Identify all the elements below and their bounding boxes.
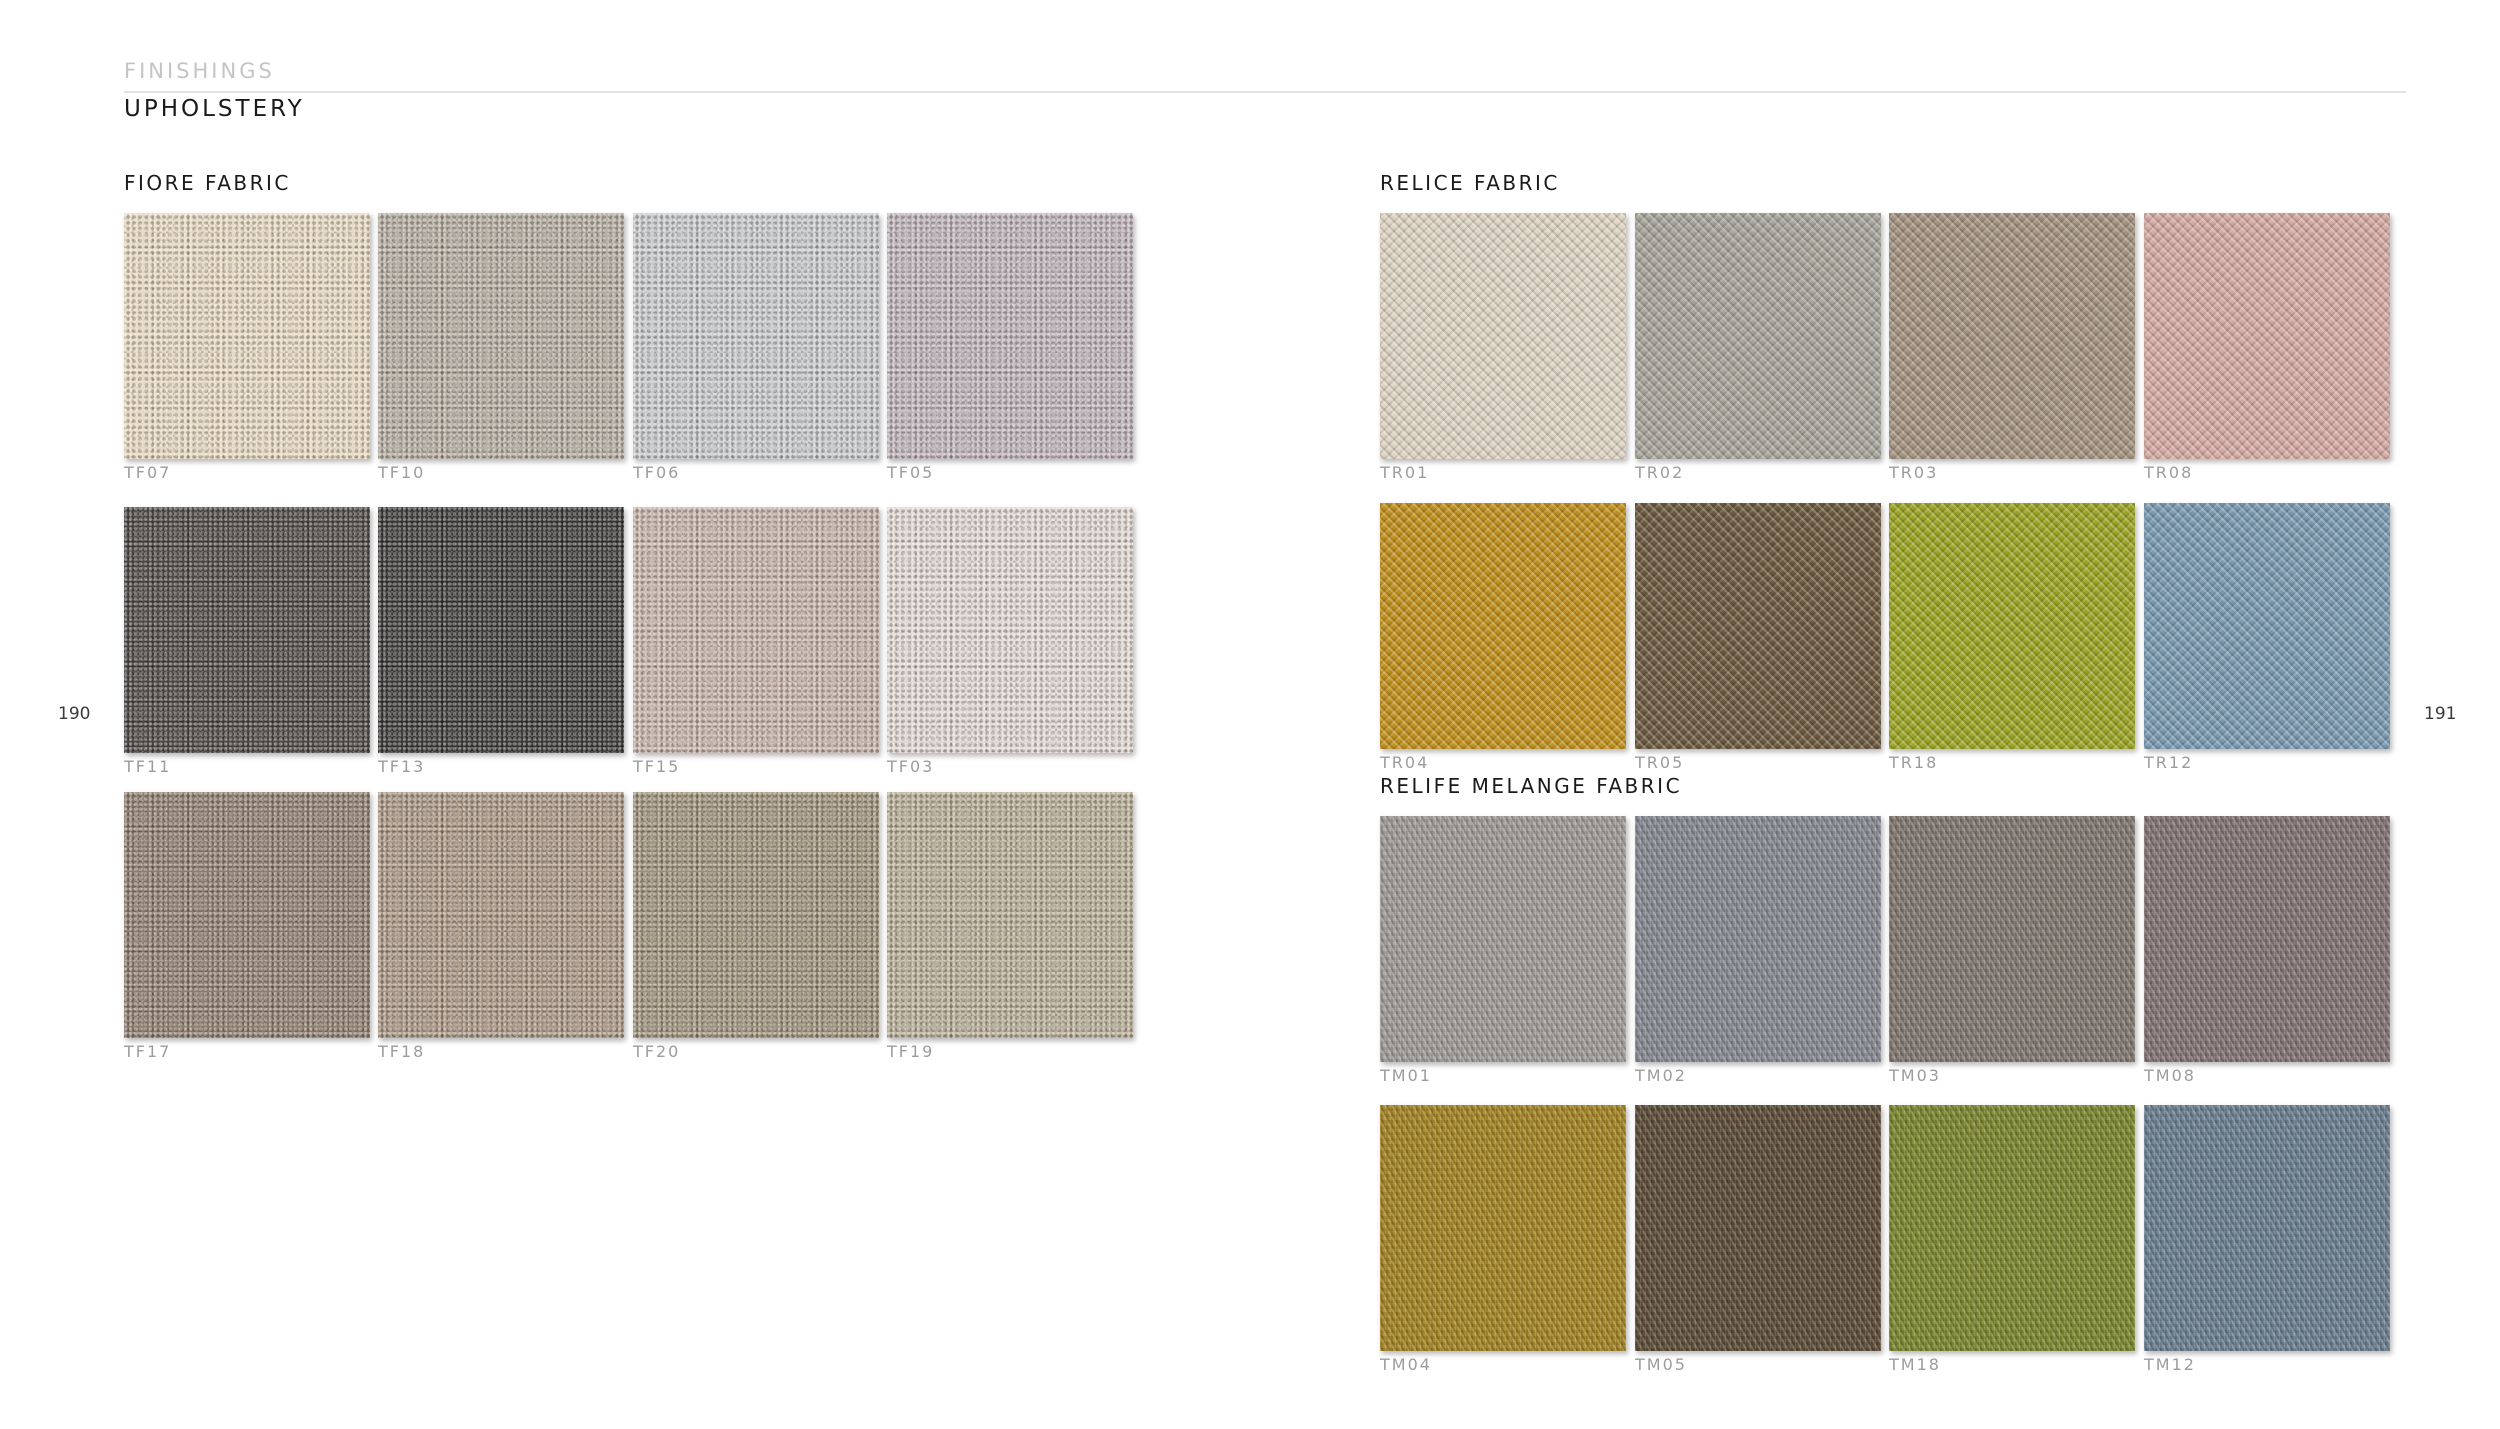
- swatch-code: TF06: [633, 463, 681, 482]
- swatch-code: TM12: [2144, 1355, 2196, 1374]
- fabric-swatch[interactable]: TM01: [1380, 816, 1626, 1085]
- swatch-code: TR05: [1635, 753, 1685, 772]
- fabric-swatch[interactable]: TF05: [887, 213, 1133, 482]
- group-title-relice: RELICE FABRIC: [1380, 171, 1560, 195]
- fabric-swatch[interactable]: TM18: [1889, 1105, 2135, 1374]
- swatch-code: TF05: [887, 463, 935, 482]
- swatch-image: [1635, 503, 1881, 749]
- swatch-image: [1380, 213, 1626, 459]
- fabric-swatch[interactable]: TM04: [1380, 1105, 1626, 1374]
- swatch-image: [1635, 213, 1881, 459]
- fabric-swatch[interactable]: TR04: [1380, 503, 1626, 772]
- group-title-fiore: FIORE FABRIC: [124, 171, 291, 195]
- swatch-image: [633, 507, 879, 753]
- swatch-code: TM08: [2144, 1066, 2196, 1085]
- fabric-swatch[interactable]: TF17: [124, 792, 370, 1061]
- swatch-image: [1380, 816, 1626, 1062]
- page-title: UPHOLSTERY: [124, 96, 305, 122]
- page-number-left: 190: [58, 704, 91, 724]
- swatch-code: TF15: [633, 757, 681, 776]
- swatch-code: TM05: [1635, 1355, 1687, 1374]
- swatch-code: TM18: [1889, 1355, 1941, 1374]
- swatch-image: [633, 213, 879, 459]
- fabric-swatch[interactable]: TR08: [2144, 213, 2390, 482]
- fabric-swatch[interactable]: TR01: [1380, 213, 1626, 482]
- fabric-swatch[interactable]: TF13: [378, 507, 624, 776]
- page-number-right: 191: [2424, 704, 2457, 724]
- fabric-swatch[interactable]: TF06: [633, 213, 879, 482]
- swatch-code: TF20: [633, 1042, 681, 1061]
- swatch-image: [1380, 1105, 1626, 1351]
- fabric-swatch[interactable]: TF20: [633, 792, 879, 1061]
- fabric-swatch[interactable]: TM03: [1889, 816, 2135, 1085]
- swatch-code: TF18: [378, 1042, 426, 1061]
- swatch-code: TR12: [2144, 753, 2194, 772]
- swatch-code: TM02: [1635, 1066, 1687, 1085]
- fabric-swatch[interactable]: TM12: [2144, 1105, 2390, 1374]
- swatch-image: [887, 507, 1133, 753]
- header-divider: [124, 91, 2406, 93]
- fabric-swatch[interactable]: TF11: [124, 507, 370, 776]
- fabric-swatch[interactable]: TF19: [887, 792, 1133, 1061]
- fabric-swatch[interactable]: TM08: [2144, 816, 2390, 1085]
- swatch-code: TM04: [1380, 1355, 1432, 1374]
- swatch-image: [124, 792, 370, 1038]
- swatch-image: [1889, 816, 2135, 1062]
- fabric-swatch[interactable]: TF03: [887, 507, 1133, 776]
- swatch-image: [2144, 816, 2390, 1062]
- fabric-swatch[interactable]: TF10: [378, 213, 624, 482]
- swatch-code: TF03: [887, 757, 935, 776]
- group-title-relife-melange: RELIFE MELANGE FABRIC: [1380, 774, 1683, 798]
- swatch-code: TR18: [1889, 753, 1939, 772]
- swatch-image: [1889, 503, 2135, 749]
- swatch-code: TR04: [1380, 753, 1430, 772]
- fabric-swatch[interactable]: TR12: [2144, 503, 2390, 772]
- fabric-swatch[interactable]: TR18: [1889, 503, 2135, 772]
- fabric-swatch[interactable]: TF07: [124, 213, 370, 482]
- swatch-code: TR02: [1635, 463, 1685, 482]
- swatch-image: [378, 507, 624, 753]
- fabric-swatch[interactable]: TF15: [633, 507, 879, 776]
- fabric-swatch[interactable]: TR05: [1635, 503, 1881, 772]
- swatch-code: TR03: [1889, 463, 1939, 482]
- swatch-image: [633, 792, 879, 1038]
- fabric-swatch[interactable]: TR02: [1635, 213, 1881, 482]
- swatch-image: [1889, 1105, 2135, 1351]
- swatch-code: TM01: [1380, 1066, 1432, 1085]
- swatch-image: [1635, 1105, 1881, 1351]
- swatch-code: TR01: [1380, 463, 1430, 482]
- swatch-code: TM03: [1889, 1066, 1941, 1085]
- swatch-image: [378, 213, 624, 459]
- swatch-code: TF13: [378, 757, 426, 776]
- swatch-image: [1380, 503, 1626, 749]
- swatch-code: TF11: [124, 757, 172, 776]
- swatch-image: [124, 213, 370, 459]
- swatch-image: [2144, 503, 2390, 749]
- swatch-code: TR08: [2144, 463, 2194, 482]
- swatch-image: [2144, 213, 2390, 459]
- swatch-code: TF10: [378, 463, 426, 482]
- swatch-image: [2144, 1105, 2390, 1351]
- swatch-image: [887, 792, 1133, 1038]
- fabric-swatch[interactable]: TM02: [1635, 816, 1881, 1085]
- swatch-code: TF17: [124, 1042, 172, 1061]
- fabric-swatch[interactable]: TR03: [1889, 213, 2135, 482]
- fabric-swatch[interactable]: TF18: [378, 792, 624, 1061]
- fabric-swatch[interactable]: TM05: [1635, 1105, 1881, 1374]
- swatch-image: [1889, 213, 2135, 459]
- swatch-image: [378, 792, 624, 1038]
- swatch-code: TF07: [124, 463, 172, 482]
- swatch-code: TF19: [887, 1042, 935, 1061]
- section-label: FINISHINGS: [124, 59, 275, 83]
- swatch-image: [887, 213, 1133, 459]
- swatch-image: [124, 507, 370, 753]
- swatch-image: [1635, 816, 1881, 1062]
